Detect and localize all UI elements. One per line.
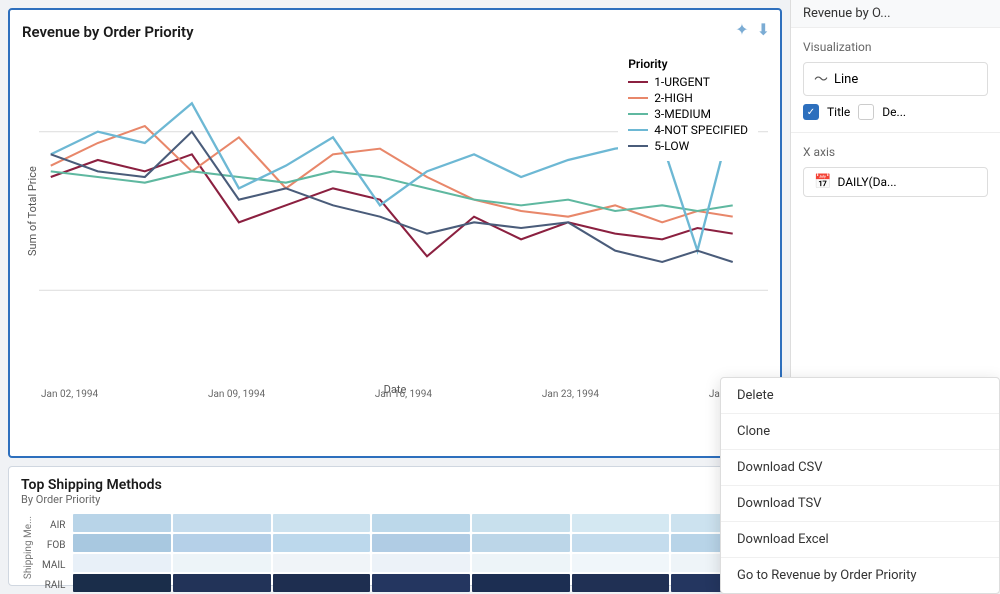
heatmap-cell [173,534,271,552]
expand-icon[interactable]: ✦ [735,20,748,39]
bottom-card-title: Top Shipping Methods [21,477,769,493]
heatmap-cell [273,554,371,572]
heatmap-cell [273,514,371,532]
legend-label-low: 5-LOW [654,139,689,153]
right-panel: Revenue by O... Visualization 〜 Line ✓ T… [790,0,1000,594]
context-menu-delete[interactable]: Delete [721,378,999,414]
heatmap-cell [73,534,171,552]
x-tick-2: Jan 09, 1994 [208,389,265,400]
visualization-label: Visualization [803,40,988,54]
heatmap-cell [273,574,371,592]
heatmap-y-label-fob: FOB [42,536,69,554]
right-panel-header: Revenue by O... [791,0,1000,28]
heatmap-cell [472,574,570,592]
heatmap-area: Shipping Me... AIR FOB MAIL RAIL [21,514,769,594]
bottom-card: Top Shipping Methods By Order Priority S… [8,466,782,586]
heatmap-y-label-mail: MAIL [42,556,69,574]
main-panel: Revenue by Order Priority ✦ ⬇ Sum of Tot… [0,0,790,594]
legend-line-high [628,97,648,99]
heatmap-row-2 [73,554,769,572]
chart-inner: 100M 90M Priority [39,41,768,381]
x-axis-value-text: DAILY(Da... [837,175,896,189]
heatmap-cell [372,534,470,552]
context-menu-download-tsv[interactable]: Download TSV [721,486,999,522]
x-tick-4: Jan 23, 1994 [542,389,599,400]
toggle-row: ✓ Title De... [803,104,988,120]
heatmap-cell [372,554,470,572]
y-axis-label: Sum of Total Price [22,41,39,381]
heatmap-cell [173,554,271,572]
heatmap-cell [472,514,570,532]
legend-label-medium: 3-MEDIUM [654,107,711,121]
context-menu-download-csv[interactable]: Download CSV [721,450,999,486]
legend-line-urgent [628,81,648,83]
heatmap-y-label-air: AIR [42,516,69,534]
visualization-section: Visualization 〜 Line ✓ Title De... [791,28,1000,133]
description-toggle-label: De... [882,105,906,119]
heatmap-cell [572,514,670,532]
heatmap-cell [472,554,570,572]
heatmap-cell [173,514,271,532]
legend-label-urgent: 1-URGENT [654,75,710,89]
legend-label-not-specified: 4-NOT SPECIFIED [654,123,748,137]
heatmap-row-3 [73,574,769,592]
heatmap-row-1 [73,534,769,552]
chart-area: Sum of Total Price 100M 90M [22,41,768,381]
heatmap-cell [73,514,171,532]
legend-item-not-specified: 4-NOT SPECIFIED [628,123,748,137]
heatmap-cell [173,574,271,592]
heatmap-cell [273,534,371,552]
viz-option-label: Line [834,72,858,87]
x-axis-section-label: X axis [803,145,988,159]
x-axis-section: X axis 📅 DAILY(Da... [791,133,1000,209]
chart-legend: Priority 1-URGENT 2-HIGH 3-MEDIUM [618,51,758,161]
heatmap-cell [372,514,470,532]
legend-title: Priority [628,57,748,71]
bottom-card-subtitle: By Order Priority [21,493,769,506]
shipping-label: Shipping Me... [21,514,36,581]
legend-item-medium: 3-MEDIUM [628,107,748,121]
heatmap-grid [73,514,769,592]
download-icon[interactable]: ⬇ [757,20,770,39]
chart-title: Revenue by Order Priority [22,23,194,41]
heatmap-cell [73,554,171,572]
context-menu-download-excel[interactable]: Download Excel [721,522,999,558]
title-toggle-label: Title [827,105,850,119]
heatmap-row-0 [73,514,769,532]
heatmap-y-labels: AIR FOB MAIL RAIL [42,514,69,594]
chart-icons: ✦ ⬇ [735,20,770,39]
legend-item-high: 2-HIGH [628,91,748,105]
calendar-icon: 📅 [814,174,831,190]
legend-item-urgent: 1-URGENT [628,75,748,89]
heatmap-cell [572,574,670,592]
heatmap-cell [73,574,171,592]
legend-item-low: 5-LOW [628,139,748,153]
heatmap-cell [472,534,570,552]
heatmap-cell [572,534,670,552]
context-menu: Delete Clone Download CSV Download TSV D… [720,377,1000,594]
legend-line-medium [628,113,648,115]
description-checkbox[interactable] [858,104,874,120]
legend-label-high: 2-HIGH [654,91,693,105]
heatmap-cell [372,574,470,592]
legend-line-not-specified [628,129,648,131]
line-chart-icon: 〜 [814,69,828,89]
x-axis-ticks: Jan 02, 1994 Jan 09, 1994 Jan 16, 1994 J… [39,385,768,400]
chart-card: Revenue by Order Priority ✦ ⬇ Sum of Tot… [8,8,782,458]
viz-option-line[interactable]: 〜 Line [803,62,988,96]
x-axis-value-field[interactable]: 📅 DAILY(Da... [803,167,988,197]
legend-line-low [628,145,648,147]
title-checkbox[interactable]: ✓ [803,104,819,120]
context-menu-goto[interactable]: Go to Revenue by Order Priority [721,558,999,593]
heatmap-cell [572,554,670,572]
heatmap-y-label-rail: RAIL [42,576,69,594]
x-tick-1: Jan 02, 1994 [41,389,98,400]
x-tick-3: Jan 16, 1994 [375,389,432,400]
context-menu-clone[interactable]: Clone [721,414,999,450]
